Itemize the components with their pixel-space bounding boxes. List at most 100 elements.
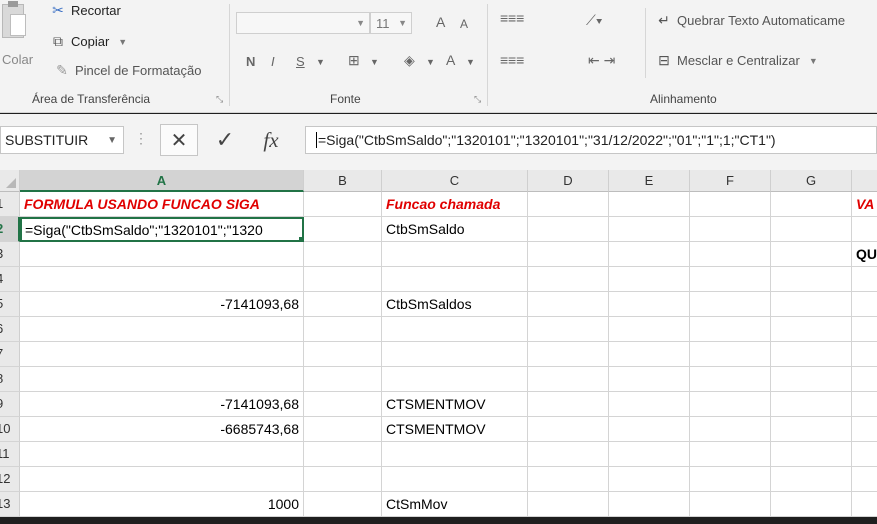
cell-f1[interactable]	[690, 192, 771, 217]
cell-a3[interactable]	[20, 242, 304, 267]
cell-a12[interactable]	[20, 467, 304, 492]
cell-e11[interactable]	[609, 442, 690, 467]
chevron-down-icon[interactable]: ▼	[466, 57, 475, 67]
cell-e10[interactable]	[609, 417, 690, 442]
cell-f13[interactable]	[690, 492, 771, 517]
cell-a4[interactable]	[20, 267, 304, 292]
cell-f8[interactable]	[690, 367, 771, 392]
cell-a2[interactable]: =Siga("CtbSmSaldo";"1320101";"1320	[20, 217, 304, 242]
cell-f3[interactable]	[690, 242, 771, 267]
italic-button[interactable]: I	[271, 54, 275, 69]
chevron-down-icon[interactable]: ▼	[426, 57, 435, 67]
merge-center-button[interactable]: ⊟ Mesclar e Centralizar ▼	[656, 52, 818, 69]
select-all-button[interactable]	[0, 170, 20, 192]
cell-f5[interactable]	[690, 292, 771, 317]
cell-h4[interactable]	[852, 267, 877, 292]
underline-button[interactable]: S	[296, 54, 305, 69]
cell-d7[interactable]	[528, 342, 609, 367]
cell-f6[interactable]	[690, 317, 771, 342]
cell-h1[interactable]: VA	[852, 192, 877, 217]
row-header-6[interactable]: 6	[0, 317, 20, 342]
cell-e7[interactable]	[609, 342, 690, 367]
cell-f2[interactable]	[690, 217, 771, 242]
cell-d4[interactable]	[528, 267, 609, 292]
row-header-12[interactable]: 12	[0, 467, 20, 492]
column-header-d[interactable]: D	[528, 170, 609, 192]
cell-h9[interactable]	[852, 392, 877, 417]
enter-button[interactable]: ✓	[206, 124, 244, 156]
column-header-a[interactable]: A	[20, 170, 304, 192]
cell-c5[interactable]: CtbSmSaldos	[382, 292, 528, 317]
row-header-3[interactable]: 3	[0, 242, 20, 267]
font-size-dropdown[interactable]: 11 ▼	[370, 12, 412, 34]
cell-b3[interactable]	[304, 242, 382, 267]
cell-e5[interactable]	[609, 292, 690, 317]
cell-c4[interactable]	[382, 267, 528, 292]
cell-g2[interactable]	[771, 217, 852, 242]
drag-handle-icon[interactable]: ⋮	[134, 130, 148, 147]
cell-h8[interactable]	[852, 367, 877, 392]
cell-a11[interactable]	[20, 442, 304, 467]
cell-b8[interactable]	[304, 367, 382, 392]
cell-e6[interactable]	[609, 317, 690, 342]
cell-h3[interactable]: QU	[852, 242, 877, 267]
cell-e8[interactable]	[609, 367, 690, 392]
cell-a6[interactable]	[20, 317, 304, 342]
cell-d11[interactable]	[528, 442, 609, 467]
cell-d2[interactable]	[528, 217, 609, 242]
cell-g9[interactable]	[771, 392, 852, 417]
bold-button[interactable]: N	[246, 54, 255, 69]
cell-d6[interactable]	[528, 317, 609, 342]
cell-a13[interactable]: 1000	[20, 492, 304, 517]
cell-f11[interactable]	[690, 442, 771, 467]
cell-b6[interactable]	[304, 317, 382, 342]
cancel-button[interactable]: ✕	[160, 124, 198, 156]
cell-g4[interactable]	[771, 267, 852, 292]
row-header-10[interactable]: 10	[0, 417, 20, 442]
paste-button[interactable]: Colar	[0, 1, 33, 74]
cell-g7[interactable]	[771, 342, 852, 367]
font-color-button[interactable]: A	[446, 52, 455, 68]
cell-g8[interactable]	[771, 367, 852, 392]
align-top-icon[interactable]: ≡ ≡ ≡	[500, 10, 524, 26]
cell-c1[interactable]: Funcao chamada	[382, 192, 528, 217]
cell-a9[interactable]: -7141093,68	[20, 392, 304, 417]
cell-c9[interactable]: CTSMENTMOV	[382, 392, 528, 417]
cell-b1[interactable]	[304, 192, 382, 217]
cell-b13[interactable]	[304, 492, 382, 517]
orientation-icon[interactable]: ⟋▾	[586, 12, 603, 29]
cell-d12[interactable]	[528, 467, 609, 492]
row-header-11[interactable]: 11	[0, 442, 20, 467]
column-header-g[interactable]: G	[771, 170, 852, 192]
cell-g12[interactable]	[771, 467, 852, 492]
cell-b11[interactable]	[304, 442, 382, 467]
column-header-e[interactable]: E	[609, 170, 690, 192]
cell-d8[interactable]	[528, 367, 609, 392]
format-painter-button[interactable]: ✎ Pincel de Formatação	[54, 62, 201, 79]
cell-d1[interactable]	[528, 192, 609, 217]
cell-f7[interactable]	[690, 342, 771, 367]
cell-d3[interactable]	[528, 242, 609, 267]
cell-g1[interactable]	[771, 192, 852, 217]
cell-h10[interactable]	[852, 417, 877, 442]
borders-icon[interactable]: ⊞	[348, 52, 360, 69]
cell-b5[interactable]	[304, 292, 382, 317]
shrink-font-button[interactable]: A	[460, 17, 468, 31]
column-header-h[interactable]	[852, 170, 877, 192]
cell-h6[interactable]	[852, 317, 877, 342]
cell-b7[interactable]	[304, 342, 382, 367]
cell-b10[interactable]	[304, 417, 382, 442]
cell-d13[interactable]	[528, 492, 609, 517]
fill-color-icon[interactable]: ◈	[404, 52, 415, 69]
cell-c8[interactable]	[382, 367, 528, 392]
cell-g10[interactable]	[771, 417, 852, 442]
cell-e9[interactable]	[609, 392, 690, 417]
chevron-down-icon[interactable]: ▼	[370, 57, 379, 67]
cell-b4[interactable]	[304, 267, 382, 292]
cell-c7[interactable]	[382, 342, 528, 367]
cell-g5[interactable]	[771, 292, 852, 317]
row-header-8[interactable]: 8	[0, 367, 20, 392]
cell-h5[interactable]	[852, 292, 877, 317]
row-header-2[interactable]: 2	[0, 217, 20, 242]
cell-e2[interactable]	[609, 217, 690, 242]
